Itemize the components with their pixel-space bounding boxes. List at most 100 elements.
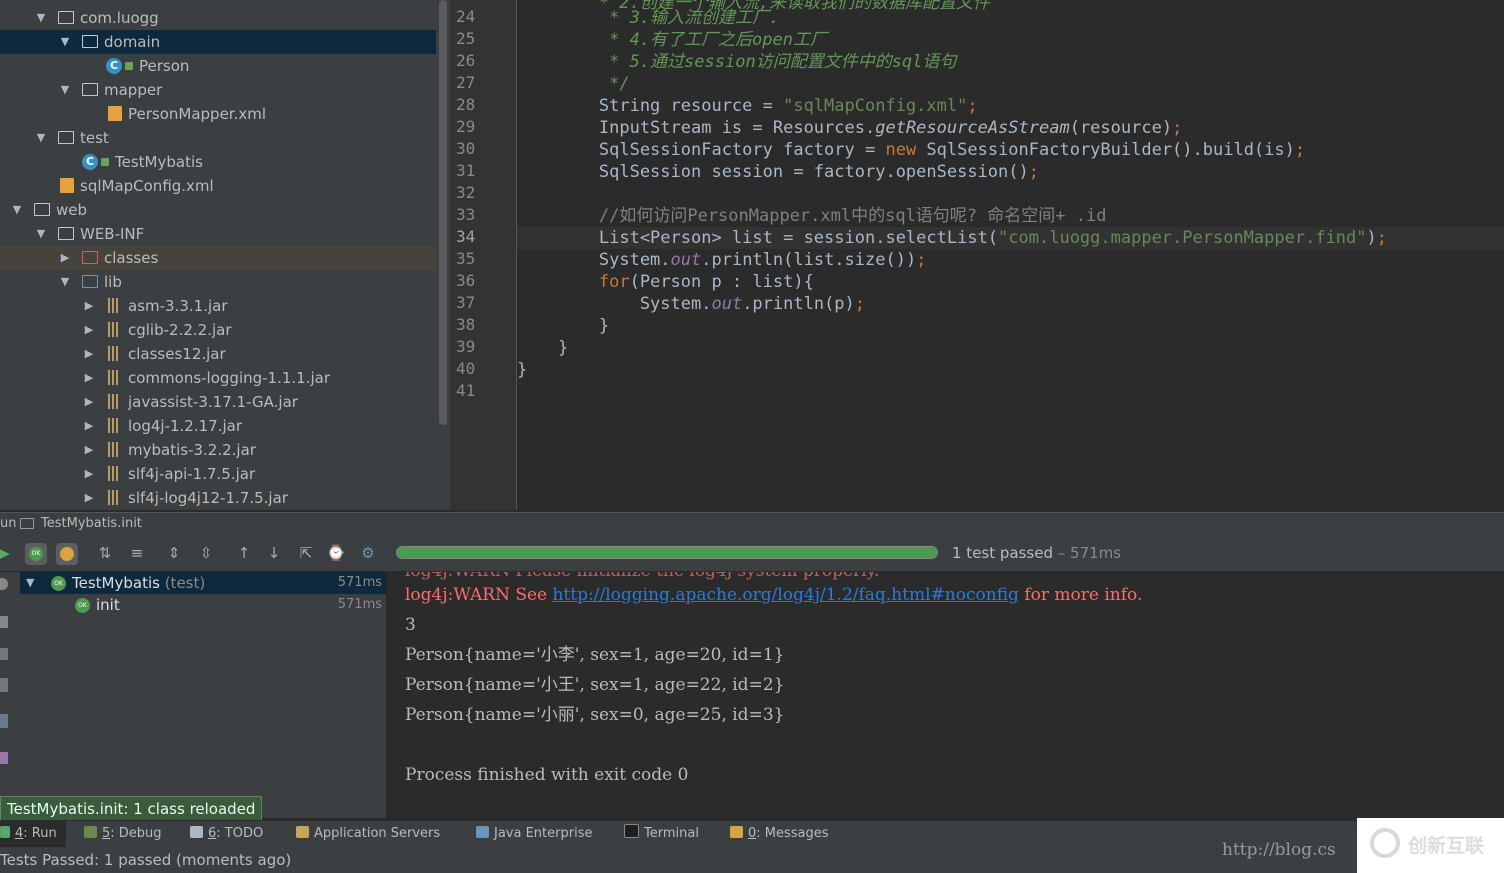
run-tab-label[interactable]: un [0, 513, 16, 535]
tree-item[interactable]: ▶ cglib-2.2.2.jar [0, 318, 436, 342]
tree-item-label: classes12.jar [128, 345, 226, 363]
tree-item[interactable]: ▼ web [0, 198, 436, 222]
test-results-tree[interactable]: ▼ OK TestMybatis (test) 571ms OK init 57… [20, 572, 387, 818]
reload-notification[interactable]: TestMybatis.init: 1 class reloaded [0, 796, 263, 822]
tree-item[interactable]: ▶ asm-3.3.1.jar [0, 294, 436, 318]
tree-item[interactable]: ▼ domain [0, 30, 436, 54]
restore-layout-icon[interactable] [0, 616, 8, 628]
code-editor[interactable]: * 2.创建一个输入流,来读取我们的数据库配置文件 * 3.输入流创建工厂. *… [517, 0, 1504, 510]
line-number: 38 [456, 315, 476, 334]
previous-failed-icon[interactable]: ↑ [234, 543, 254, 563]
console-output[interactable]: log4j:WARN Please initialize the log4j s… [387, 572, 1504, 818]
collapse-arrow-icon[interactable]: ▶ [82, 414, 96, 438]
run-config-tab[interactable]: TestMybatis.init [41, 513, 142, 535]
collapse-arrow-icon[interactable]: ▶ [82, 294, 96, 318]
sort-duration-icon[interactable]: ≡ [127, 543, 147, 563]
close-run-icon[interactable] [0, 678, 8, 692]
tree-item-label: classes [104, 249, 159, 267]
expand-arrow-icon[interactable]: ▼ [58, 78, 72, 102]
tree-item[interactable]: ▼ WEB-INF [0, 222, 436, 246]
tab-run[interactable]: 4: Run [0, 821, 66, 847]
tree-item[interactable]: ▶ log4j-1.2.17.jar [0, 414, 436, 438]
console-line: Person{name='小李', sex=1, age=20, id=1} [405, 645, 785, 665]
jar-icon [108, 466, 120, 481]
expand-all-icon[interactable]: ⇕ [164, 543, 184, 563]
java-enterprise-icon [476, 826, 489, 838]
collapse-arrow-icon[interactable]: ▶ [82, 486, 96, 510]
tab-java-enterprise[interactable]: Java Enterprise [476, 821, 592, 847]
tab-application-servers[interactable]: Application Servers [296, 821, 440, 847]
tools-icon[interactable] [0, 752, 8, 764]
test-suite-row[interactable]: ▼ OK TestMybatis (test) 571ms [20, 572, 386, 594]
project-tree[interactable]: ▼ com.luogg ▼ domain C Person ▼ mapper PersonMap… [0, 0, 436, 510]
debug-bug-icon [84, 826, 97, 838]
show-passed-button[interactable]: OK [25, 543, 47, 565]
collapse-arrow-icon[interactable]: ▶ [82, 438, 96, 462]
expand-arrow-icon[interactable]: ▼ [58, 270, 72, 294]
tab-debug-label: : Debug [110, 826, 162, 841]
test-class-icon: C [82, 154, 98, 170]
tree-item[interactable]: ▶ slf4j-log4j12-1.7.5.jar [0, 486, 436, 510]
tree-item[interactable]: ▼ lib [0, 270, 436, 294]
tree-item[interactable]: C Person [0, 54, 436, 78]
tab-terminal-label: Terminal [644, 826, 699, 841]
tab-debug[interactable]: 5: Debug [84, 821, 162, 847]
export-results-icon[interactable]: ⇱ [296, 543, 316, 563]
tree-item[interactable]: ▶ classes [0, 246, 436, 270]
collapse-arrow-icon[interactable]: ▶ [58, 246, 72, 270]
tree-item-label: mybatis-3.2.2.jar [128, 441, 256, 459]
tree-item[interactable]: C TestMybatis [0, 150, 436, 174]
tree-item[interactable]: ▶ classes12.jar [0, 342, 436, 366]
import-results-icon[interactable]: ⌚ [326, 543, 346, 563]
collapse-arrow-icon[interactable]: ▶ [82, 366, 96, 390]
expand-arrow-icon[interactable]: ▼ [34, 222, 48, 246]
next-failed-icon[interactable]: ↓ [264, 543, 284, 563]
expand-arrow-icon[interactable]: ▼ [10, 198, 24, 222]
collapse-arrow-icon[interactable]: ▶ [82, 342, 96, 366]
tree-item[interactable]: ▼ test [0, 126, 436, 150]
tree-item[interactable]: ▶ javassist-3.17.1-GA.jar [0, 390, 436, 414]
rerun-icon[interactable]: ▶ [0, 543, 14, 563]
warn-link[interactable]: http://logging.apache.org/log4j/1.2/faq.… [553, 585, 1019, 605]
tab-todo[interactable]: 6: TODO [190, 821, 263, 847]
tree-item-label: Person [139, 57, 190, 75]
tree-item[interactable]: ▼ mapper [0, 78, 436, 102]
collapse-arrow-icon[interactable]: ▶ [82, 462, 96, 486]
layout-icon[interactable] [0, 714, 8, 728]
line-number: 30 [456, 139, 476, 158]
expand-arrow-icon[interactable]: ▼ [34, 6, 48, 30]
show-ignored-button[interactable] [56, 543, 78, 565]
test-status-text: 1 test passed – 571ms [952, 544, 1121, 562]
code-line: */ [517, 74, 630, 94]
tree-item[interactable]: ▶ commons-logging-1.1.1.jar [0, 366, 436, 390]
project-scrollbar-thumb[interactable] [439, 0, 447, 425]
jar-icon [108, 490, 120, 505]
collapse-arrow-icon[interactable]: ▶ [82, 318, 96, 342]
tree-item-label: PersonMapper.xml [128, 105, 267, 123]
tree-item[interactable]: PersonMapper.xml [0, 102, 436, 126]
tree-item[interactable]: ▶ slf4j-api-1.7.5.jar [0, 462, 436, 486]
sort-alpha-icon[interactable]: ⇅ [95, 543, 115, 563]
collapse-all-icon[interactable]: ⇳ [196, 543, 216, 563]
pin-tab-icon[interactable] [0, 648, 8, 660]
expand-arrow-icon[interactable]: ▼ [26, 572, 34, 594]
console-clipped-line: log4j:WARN Please initialize the log4j s… [405, 572, 879, 582]
tree-item[interactable]: ▼ com.luogg [0, 6, 436, 30]
test-suite-duration: 571ms [337, 575, 382, 590]
settings-gear-icon[interactable]: ⚙ [358, 543, 378, 563]
tree-item[interactable]: ▶ mybatis-3.2.2.jar [0, 438, 436, 462]
expand-arrow-icon[interactable]: ▼ [34, 126, 48, 150]
test-case-row[interactable]: OK init 571ms [20, 594, 386, 616]
code-line: } [517, 338, 569, 358]
tab-terminal[interactable]: Terminal [624, 821, 699, 847]
tab-messages[interactable]: 0: Messages [730, 821, 829, 847]
stop-icon[interactable] [0, 578, 8, 590]
test-suite-suffix: (test) [159, 574, 206, 592]
expand-arrow-icon[interactable]: ▼ [58, 30, 72, 54]
line-number: 25 [456, 29, 476, 48]
package-folder-icon [82, 83, 98, 96]
jar-icon [108, 442, 120, 457]
line-number: 36 [456, 271, 476, 290]
collapse-arrow-icon[interactable]: ▶ [82, 390, 96, 414]
tree-item[interactable]: sqlMapConfig.xml [0, 174, 436, 198]
